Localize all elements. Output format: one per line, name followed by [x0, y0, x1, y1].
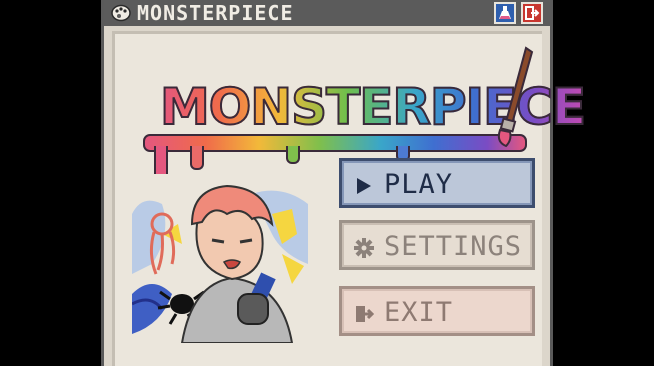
play-button[interactable]: PLAY [339, 158, 535, 208]
paint-drip [286, 146, 300, 164]
exit-arrow-icon [356, 306, 374, 322]
play-label: PLAY [384, 169, 454, 200]
exit-window-button[interactable] [521, 2, 543, 24]
window-title: MONSTERPIECE [137, 1, 294, 25]
menu-panel: MONSTERPIECE PLAY SETTINGS EXIT [112, 31, 587, 366]
exit-door-icon [525, 6, 540, 20]
settings-label: SETTINGS [384, 231, 523, 262]
exit-label: EXIT [384, 297, 454, 328]
paint-palette-icon [111, 4, 131, 22]
play-triangle-icon [357, 178, 371, 194]
settings-button[interactable]: SETTINGS [339, 220, 535, 270]
flask-button[interactable] [494, 2, 516, 24]
paint-drip [190, 146, 204, 170]
character-artwork [132, 174, 308, 343]
title-bar[interactable]: MONSTERPIECE [104, 0, 550, 26]
paintbrush-icon [497, 46, 534, 148]
game-window: MONSTERPIECE MONSTERPIECE PLAY SETTINGS … [101, 0, 587, 366]
flask-icon [499, 6, 511, 19]
exit-button[interactable]: EXIT [339, 286, 535, 336]
gear-icon [354, 238, 374, 258]
